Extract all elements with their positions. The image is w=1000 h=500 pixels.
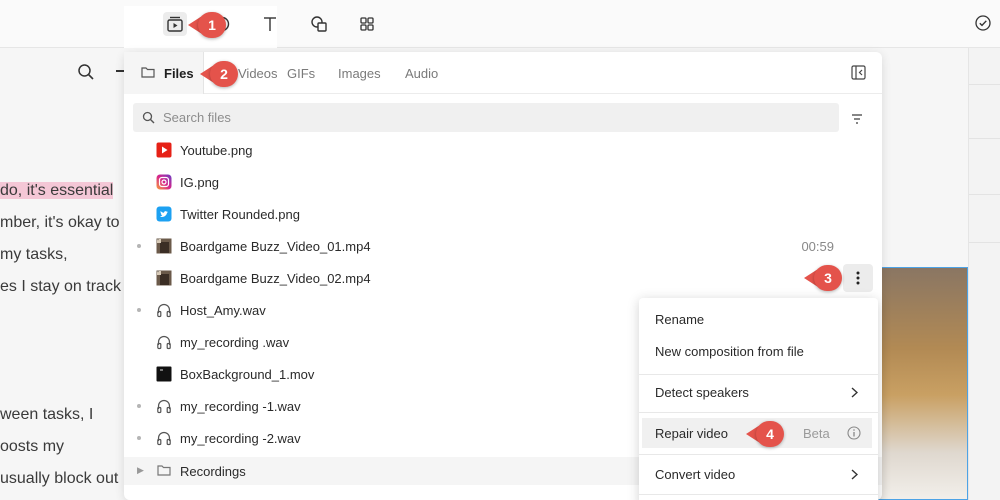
file-name: my_recording -2.wav — [180, 431, 301, 446]
file-name: BoxBackground_1.mov — [180, 367, 315, 382]
expand-caret-icon[interactable]: ▶ — [137, 465, 144, 476]
video-thumb-icon: “ — [155, 269, 173, 287]
search-bar — [133, 103, 839, 132]
instagram-icon — [155, 173, 173, 191]
file-row[interactable]: Twitter Rounded.png — [124, 198, 882, 230]
check-circle-icon[interactable] — [974, 14, 992, 35]
file-duration: 00:59 — [801, 239, 834, 254]
search-icon — [142, 111, 155, 127]
kebab-menu-icon — [856, 271, 860, 285]
tab-files[interactable]: Files — [124, 52, 204, 94]
top-toolbar — [0, 0, 1000, 48]
tab-videos[interactable]: Videos — [238, 66, 278, 81]
tab-gifs[interactable]: GIFs — [287, 66, 315, 81]
status-dot — [137, 244, 141, 248]
file-name: IG.png — [180, 175, 220, 190]
file-name: Twitter Rounded.png — [180, 207, 300, 222]
headphones-icon — [155, 301, 173, 319]
beta-badge: Beta — [803, 426, 830, 441]
transcript-line: mber, it's okay to — [0, 214, 120, 231]
youtube-icon — [155, 141, 173, 159]
menu-divider — [639, 412, 878, 413]
video-preview — [878, 267, 968, 500]
search-input[interactable] — [163, 103, 823, 132]
menu-item-convert-video[interactable]: Convert video — [639, 459, 878, 489]
file-row[interactable]: Youtube.png — [124, 134, 882, 166]
filter-icon[interactable] — [851, 112, 863, 127]
callout-4: 4 — [746, 421, 784, 447]
tab-audio[interactable]: Audio — [405, 66, 438, 81]
transcript-line: do, it's essential — [0, 182, 114, 199]
file-row[interactable]: “Boardgame Buzz_Video_02.mp400: — [124, 262, 882, 294]
media-library-icon[interactable] — [163, 12, 187, 36]
headphones-icon — [155, 429, 173, 447]
tab-images[interactable]: Images — [338, 66, 381, 81]
menu-divider — [639, 494, 878, 495]
menu-divider — [639, 454, 878, 455]
transcript-line: es I stay on track — [0, 278, 121, 295]
more-options-button[interactable] — [843, 264, 873, 292]
transcript-line: my tasks, — [0, 246, 68, 263]
toolbar-dash — [116, 70, 124, 72]
file-row[interactable]: “ Boardgame Buzz_Video_01.mp4 00:59 — [124, 230, 882, 262]
twitter-icon — [155, 205, 173, 223]
grid-icon[interactable] — [355, 12, 379, 36]
search-icon[interactable] — [77, 63, 95, 84]
menu-item-rename[interactable]: Rename — [639, 304, 878, 334]
folder-name: Recordings — [180, 464, 246, 479]
tab-files-label: Files — [164, 66, 194, 81]
black-video-icon — [155, 365, 173, 383]
text-tool-icon[interactable] — [258, 12, 282, 36]
transcript-line: oosts my — [0, 438, 65, 455]
status-dot — [137, 308, 141, 312]
file-name: Boardgame Buzz_Video_01.mp4 — [180, 239, 371, 254]
file-name: Host_Amy.wav — [180, 303, 266, 318]
folder-icon — [141, 66, 155, 81]
menu-item-new-composition[interactable]: New composition from file — [639, 336, 878, 366]
info-icon[interactable] — [847, 426, 861, 443]
folder-icon — [157, 464, 171, 479]
file-name: my_recording .wav — [180, 335, 290, 350]
context-menu: Rename New composition from file Detect … — [639, 298, 878, 500]
headphones-icon — [155, 333, 173, 351]
collapse-panel-icon[interactable] — [851, 65, 866, 83]
file-name: Boardgame Buzz_Video_02.mp4 — [180, 271, 371, 286]
transcript-line: ween tasks, I — [0, 406, 94, 423]
status-dot — [137, 436, 141, 440]
file-name: Youtube.png — [180, 143, 253, 158]
shapes-icon[interactable] — [307, 12, 331, 36]
callout-3: 3 — [804, 265, 842, 291]
file-name: my_recording -1.wav — [180, 399, 301, 414]
transcript-line: usually block out — [0, 470, 119, 487]
right-rail — [968, 48, 1000, 500]
chevron-right-icon — [851, 468, 859, 483]
status-dot — [137, 404, 141, 408]
file-row[interactable]: IG.png — [124, 166, 882, 198]
callout-2: 2 — [200, 61, 238, 87]
callout-1: 1 — [188, 12, 226, 38]
menu-item-detect-speakers[interactable]: Detect speakers — [639, 377, 878, 407]
chevron-right-icon — [851, 386, 859, 401]
menu-divider — [639, 374, 878, 375]
video-thumb-icon: “ — [155, 237, 173, 255]
headphones-icon — [155, 397, 173, 415]
